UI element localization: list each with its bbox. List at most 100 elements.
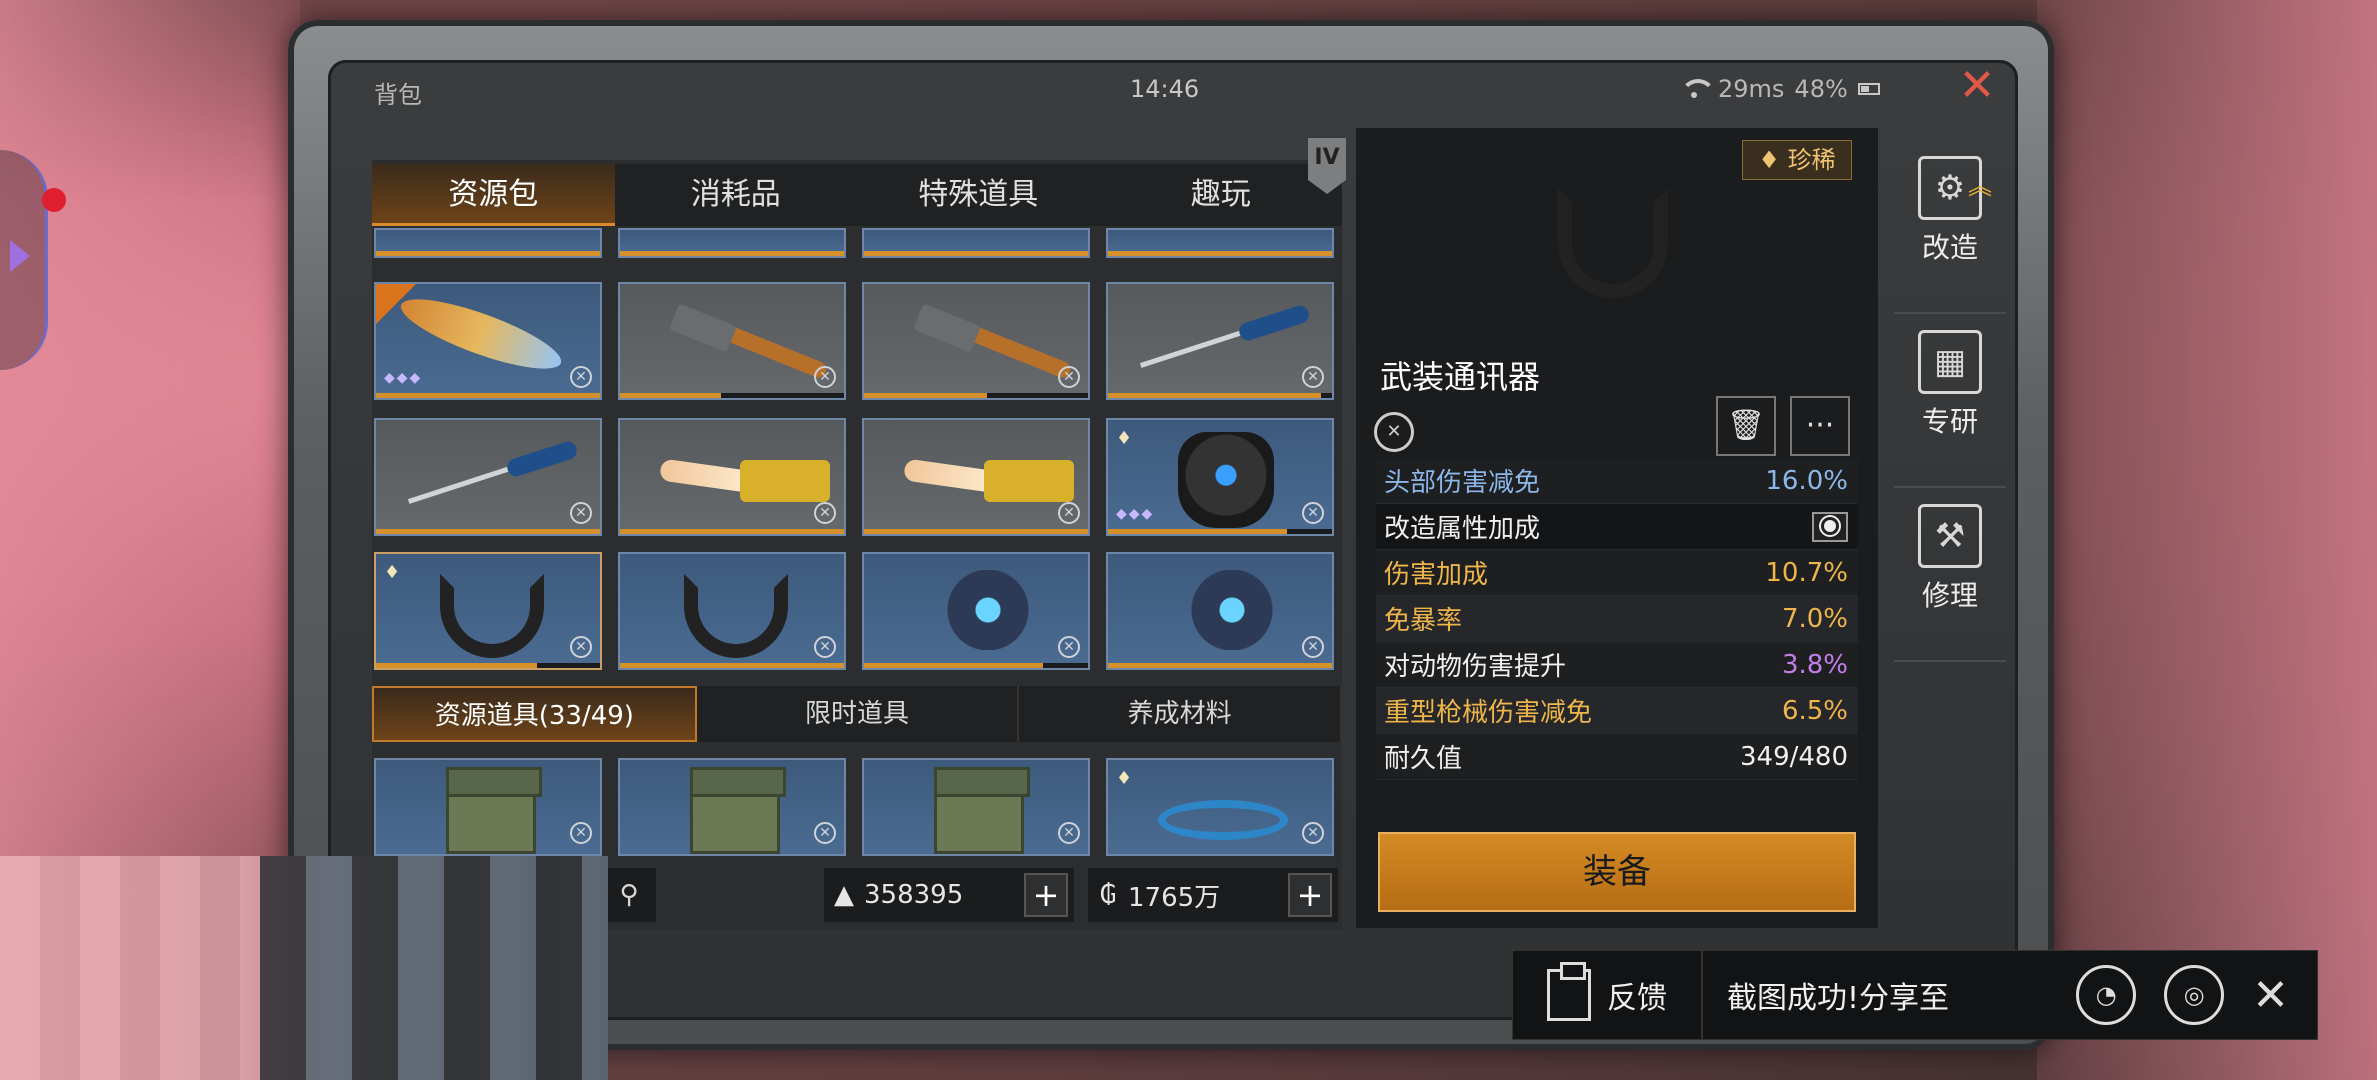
category-tabs: 资源包 消耗品 特殊道具 趣玩 — [372, 164, 1342, 226]
coin-icon: ₲ — [1099, 880, 1117, 910]
chevron-right-icon[interactable] — [10, 240, 30, 272]
item-preview-image — [1548, 178, 1678, 308]
untradeable-icon: ✕ — [1058, 366, 1080, 388]
stat-row: 免暴率 7.0% — [1376, 596, 1858, 642]
tab-special-items[interactable]: 特殊道具 — [857, 164, 1100, 226]
clipboard-icon — [1547, 962, 1591, 1021]
inventory-slot[interactable]: ◆◆◆ ✕ — [374, 282, 602, 400]
inventory-slot[interactable]: ✕ — [374, 418, 602, 536]
add-gold-button[interactable]: + — [1024, 873, 1068, 917]
blueprint-icon: ▦ — [1918, 330, 1982, 394]
close-icon[interactable]: ✕ — [2252, 970, 2289, 1021]
durability-bar — [620, 393, 844, 398]
subcategory-tabs: 资源道具(33/49) 限时道具 养成材料 — [372, 686, 1343, 742]
screenshot-share-toast: 截图成功!分享至 ◔ ◎ ✕ — [1702, 950, 2318, 1040]
untradeable-icon: ✕ — [570, 366, 592, 388]
durability-bar — [864, 393, 1088, 398]
equip-button[interactable]: 装备 — [1378, 832, 1856, 912]
untradeable-icon: ✕ — [570, 822, 592, 844]
coin-value: 1765万 — [1128, 882, 1221, 913]
untradeable-icon: ✕ — [1302, 366, 1324, 388]
inventory-slot[interactable]: ✕ — [618, 418, 846, 536]
untradeable-icon: ✕ — [1302, 822, 1324, 844]
modify-button[interactable]: ︽ ⚙ 改造 — [1894, 156, 2006, 314]
gold-bars-icon: ▲ — [834, 880, 854, 910]
coin-currency: ₲ 1765万 + — [1088, 868, 1338, 922]
durability-bar — [620, 663, 844, 668]
enhancement-stars: ◆◆◆ — [1116, 506, 1155, 522]
close-icon[interactable]: ✕ — [1955, 64, 1999, 108]
subtab-resource-items[interactable]: 资源道具(33/49) — [372, 686, 697, 742]
battery-value: 48% — [1794, 75, 1848, 103]
tab-fun[interactable]: 趣玩 — [1100, 164, 1343, 226]
stat-section-header: 改造属性加成 — [1376, 504, 1858, 550]
add-coin-button[interactable]: + — [1288, 873, 1332, 917]
delete-button[interactable]: 🗑 — [1716, 396, 1776, 456]
side-action-menu: ︽ ⚙ 改造 ▦ 专研 ⚒ 修理 — [1894, 140, 2006, 662]
rarity-label: 珍稀 — [1787, 146, 1836, 174]
untradeable-icon: ✕ — [1374, 412, 1414, 452]
feedback-button[interactable]: 反馈 — [1512, 950, 1702, 1040]
inventory-slot[interactable]: ✕ — [862, 758, 1090, 856]
research-button[interactable]: ▦ 专研 — [1894, 330, 2006, 488]
enhancement-stars: ◆◆◆ — [384, 370, 423, 386]
durability-bar — [376, 529, 600, 534]
untradeable-icon: ✕ — [1058, 502, 1080, 524]
inventory-slot[interactable]: ✕ — [618, 552, 846, 670]
stat-row: 头部伤害减免 16.0% — [1376, 458, 1858, 504]
inventory-slot[interactable]: ✕ — [862, 552, 1090, 670]
durability-bar — [376, 393, 600, 398]
item-name: 武装通讯器 — [1380, 358, 1541, 396]
inventory-slot[interactable] — [1106, 228, 1334, 258]
ping-value: 29ms — [1718, 75, 1785, 103]
tab-consumables[interactable]: 消耗品 — [615, 164, 858, 226]
untradeable-icon: ✕ — [1058, 636, 1080, 658]
untradeable-icon: ✕ — [814, 636, 836, 658]
filter-icon[interactable]: ⚲ — [602, 868, 656, 922]
inventory-slot[interactable]: ♦ ✕ — [374, 552, 602, 670]
inventory-slot[interactable]: ✕ — [1106, 552, 1334, 670]
durability-bar — [620, 529, 844, 534]
status-bar: 背包 14:46 29ms 48% — [340, 65, 2010, 115]
subtab-limited-items[interactable]: 限时道具 — [697, 686, 1020, 742]
inventory-slot[interactable]: ✕ — [862, 418, 1090, 536]
window-title: 背包 — [374, 81, 422, 109]
inventory-slot[interactable] — [618, 228, 846, 258]
inventory-slot[interactable]: ✕ — [618, 758, 846, 856]
inventory-slot[interactable] — [374, 228, 602, 258]
subtab-upgrade-materials[interactable]: 养成材料 — [1019, 686, 1343, 742]
eye-icon[interactable] — [1812, 511, 1848, 542]
gold-currency: ▲ 358395 + — [824, 868, 1074, 922]
repair-button[interactable]: ⚒ 修理 — [1894, 504, 2006, 662]
clock: 14:46 — [1130, 75, 1200, 103]
untradeable-icon: ✕ — [570, 636, 592, 658]
inventory-slot[interactable]: ✕ — [1106, 282, 1334, 400]
stat-row: 伤害加成 10.7% — [1376, 550, 1858, 596]
wifi-icon — [1680, 79, 1716, 99]
inventory-slot[interactable]: ✕ — [618, 282, 846, 400]
camera-aperture-icon[interactable]: ◎ — [2164, 965, 2225, 1025]
inventory-slot[interactable]: ♦ ◆◆◆ ✕ — [1106, 418, 1334, 536]
more-options-button[interactable]: ··· — [1790, 396, 1850, 456]
gold-value: 358395 — [864, 880, 964, 910]
network-status: 29ms 48% — [1680, 75, 1880, 103]
tab-resource-pack[interactable]: 资源包 — [372, 164, 615, 226]
untradeable-icon: ✕ — [814, 822, 836, 844]
untradeable-icon: ✕ — [1058, 822, 1080, 844]
inventory-slot[interactable] — [862, 228, 1090, 258]
wechat-icon[interactable]: ◔ — [2076, 965, 2137, 1025]
inventory-slot[interactable]: ♦ ✕ — [1106, 758, 1334, 856]
durability-bar — [1108, 393, 1332, 398]
durability-bar — [1108, 663, 1332, 668]
stat-row: 对动物伤害提升 3.8% — [1376, 642, 1858, 688]
redacted-region — [0, 856, 608, 1080]
inventory-slot[interactable]: ✕ — [374, 758, 602, 856]
rarity-gem-icon: ♦ — [1116, 428, 1133, 449]
rarity-gem-icon: ♦ — [384, 562, 401, 583]
inventory-slot[interactable]: ✕ — [862, 282, 1090, 400]
untradeable-icon: ✕ — [570, 502, 592, 524]
durability-bar — [864, 529, 1088, 534]
untradeable-icon: ✕ — [1302, 502, 1324, 524]
stat-row: 重型枪械伤害减免 6.5% — [1376, 688, 1858, 734]
untradeable-icon: ✕ — [814, 366, 836, 388]
